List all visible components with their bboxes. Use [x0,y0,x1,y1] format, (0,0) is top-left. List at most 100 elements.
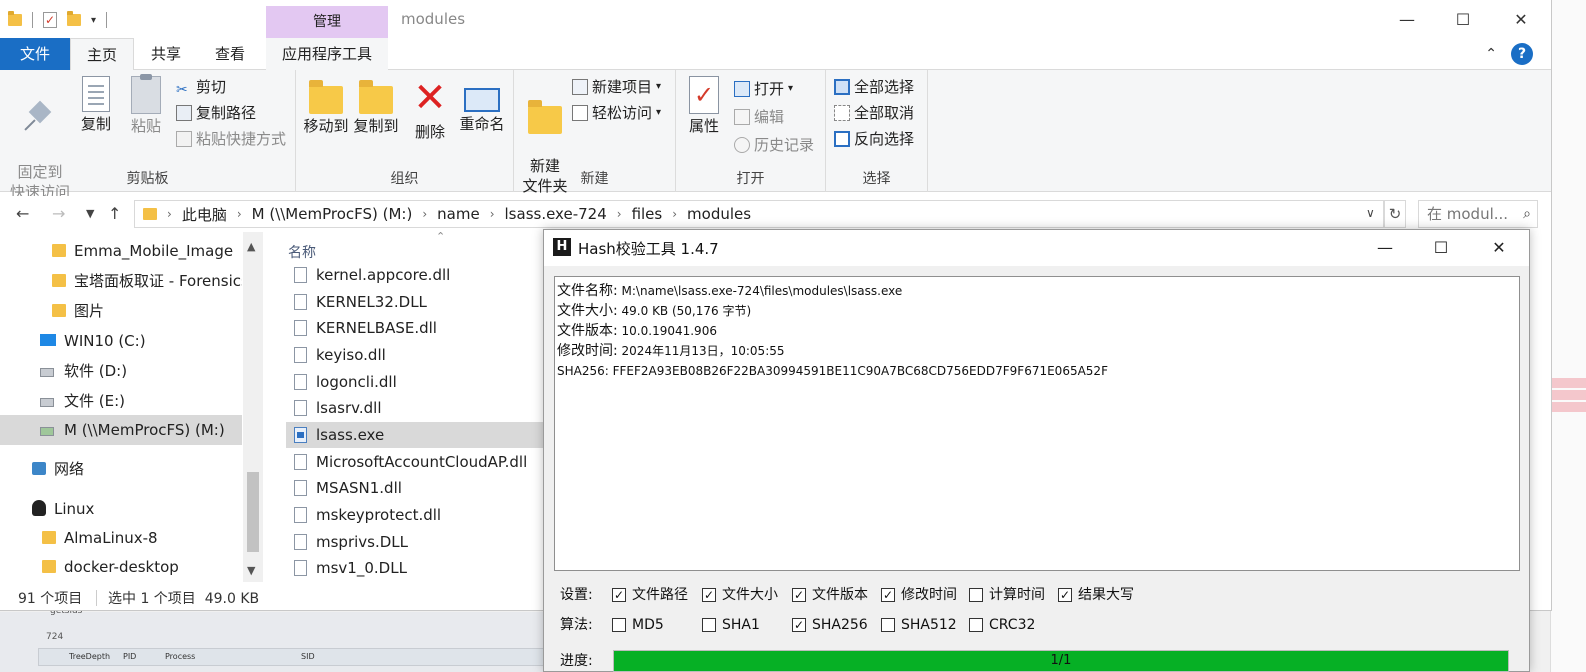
hash-result-textbox[interactable]: 文件名称: M:\name\lsass.exe-724\files\module… [554,276,1520,571]
file-name: KERNEL32.DLL [316,293,427,311]
nav-item-drive-c[interactable]: WIN10 (C:) [0,326,242,356]
scrollbar-thumb[interactable] [247,472,259,552]
tab-share[interactable]: 共享 [134,38,198,70]
breadcrumb-name[interactable]: name [437,205,480,223]
invert-selection-button[interactable]: 反向选择 [834,128,914,150]
file-item[interactable]: MSASN1.dll [286,475,544,501]
ribbon-tab-bar: 文件 主页 共享 查看 应用程序工具 ⌃ ? [0,38,1551,71]
file-item[interactable]: logoncli.dll [286,369,544,395]
nav-item-pictures[interactable]: 图片 [0,296,242,326]
file-item-selected[interactable]: lsass.exe [286,422,544,448]
result-file-version: 文件版本: 10.0.19041.906 [557,321,1517,341]
file-item[interactable]: MicrosoftAccountCloudAP.dll [286,449,544,475]
file-item[interactable]: KERNELBASE.dll [286,315,544,341]
nav-item-almalinux[interactable]: AlmaLinux-8 [0,523,242,553]
file-item[interactable]: mskeyprotect.dll [286,502,544,528]
tab-view[interactable]: 查看 [198,38,262,70]
paste-shortcut-button[interactable]: 粘贴快捷方式 [176,128,286,150]
breadcrumb-this-pc[interactable]: 此电脑 [182,204,227,225]
close-button[interactable]: ✕ [1498,6,1544,34]
result-modified-time: 修改时间: 2024年11月13日，10:05:55 [557,341,1517,361]
tab-home[interactable]: 主页 [70,38,134,71]
new-folder-qat-icon[interactable] [67,11,81,26]
copy-button[interactable]: 复制 [76,76,116,134]
properties-qat-icon[interactable]: ✓ [43,12,57,28]
delete-button[interactable]: ✕ 删除 [410,76,450,142]
nav-item-network[interactable]: 网络 [0,454,242,484]
breadcrumb-lsass-process[interactable]: lsass.exe-724 [505,205,607,223]
history-label: 历史记录 [754,136,815,154]
search-input[interactable]: 在 modul... ⌕ [1418,200,1538,228]
collapse-ribbon-icon[interactable]: ⌃ [1485,46,1497,62]
nav-item-linux[interactable]: Linux [0,494,242,524]
minimize-button[interactable]: — [1384,6,1430,34]
file-item[interactable]: msv1_0.DLL [286,555,544,581]
progress-text: 1/1 [1050,653,1072,668]
cut-button[interactable]: ✂ 剪切 [176,76,226,98]
scroll-up-icon[interactable]: ▲ [247,240,255,253]
hash-close-button[interactable]: ✕ [1476,234,1522,262]
file-item[interactable]: lsasrv.dll [286,395,544,421]
navigation-scrollbar[interactable]: ▲ ▼ [243,232,263,582]
breadcrumb-modules[interactable]: modules [687,205,751,223]
copy-path-button[interactable]: 复制路径 [176,102,256,124]
background-table-header: TreeDepth PID Process SID [38,648,558,666]
address-bar[interactable]: › 此电脑 › M (\\MemProcFS) (M:) › name › ls… [134,200,1384,228]
nav-item-docker-desktop[interactable]: docker-desktop [0,552,242,582]
file-item[interactable]: KERNEL32.DLL [286,289,544,315]
back-arrow-icon[interactable]: ← [16,204,29,223]
up-arrow-icon[interactable]: ↑ [108,204,121,223]
recent-locations-icon[interactable]: ▼ [86,207,94,220]
scroll-down-icon[interactable]: ▼ [247,564,255,577]
search-icon: ⌕ [1523,206,1531,222]
hash-minimize-button[interactable]: — [1362,234,1408,262]
address-history-dropdown-icon[interactable]: ∨ [1366,206,1375,220]
tab-file[interactable]: 文件 [0,38,70,70]
folder-icon [143,208,157,220]
edit-icon [734,109,750,125]
nav-item-drive-d[interactable]: 软件 (D:) [0,356,242,386]
select-none-button[interactable]: 全部取消 [834,102,914,124]
maximize-button[interactable]: ☐ [1440,6,1486,34]
nav-item-drive-m[interactable]: M (\\MemProcFS) (M:) [0,415,242,445]
rename-button[interactable]: 重命名 [456,76,508,134]
edit-label: 编辑 [754,108,785,126]
new-group-label: 新建 [580,171,609,187]
dll-file-icon [294,294,307,310]
refresh-icon[interactable]: ↻ [1384,200,1406,228]
file-item[interactable]: kernel.appcore.dll [286,262,544,288]
window-title: modules [401,10,466,28]
checkbox-label: SHA256 [812,617,868,633]
tab-app-tools[interactable]: 应用程序工具 [266,38,388,70]
copy-path-icon [176,105,192,121]
paste-button[interactable]: 粘贴 [124,74,168,136]
history-button[interactable]: 历史记录 [734,134,814,156]
file-name: mskeyprotect.dll [316,506,442,524]
forward-arrow-icon[interactable]: → [52,204,65,223]
dll-file-icon [294,347,307,363]
new-item-button[interactable]: 新建项目 ▾ [572,76,661,98]
nav-item-baota-forensics[interactable]: 宝塔面板取证 - Forensics [0,266,242,296]
copy-to-button[interactable]: 复制到 [352,76,400,136]
file-item[interactable]: msprivs.DLL [286,529,544,555]
column-header-name[interactable]: 名称 [288,242,316,262]
copy-path-label: 复制路径 [196,104,257,122]
properties-button[interactable]: ✓ 属性 [684,76,724,136]
easy-access-button[interactable]: 轻松访问 ▾ [572,102,661,124]
breadcrumb-files[interactable]: files [632,205,663,223]
move-to-button[interactable]: 移动到 [302,76,350,136]
open-button[interactable]: 打开 ▾ [734,78,793,100]
edit-button[interactable]: 编辑 [734,106,784,128]
select-all-button[interactable]: 全部选择 [834,76,914,98]
result-sha256: SHA256: FFEF2A93EB08B26F22BA30994591BE11… [557,364,1108,378]
nav-item-drive-e[interactable]: 文件 (E:) [0,386,242,416]
paste-icon [131,74,161,114]
hash-maximize-button[interactable]: ☐ [1418,234,1464,262]
breadcrumb-drive-m[interactable]: M (\\MemProcFS) (M:) [252,205,413,223]
nav-item-emma-mobile-image[interactable]: Emma_Mobile_Image [0,236,242,266]
file-item[interactable]: keyiso.dll [286,342,544,368]
file-name: lsass.exe [316,426,385,444]
customize-qat-icon[interactable]: ▾ [91,15,96,26]
background-col-sid: SID [301,652,315,661]
help-icon[interactable]: ? [1511,43,1533,65]
